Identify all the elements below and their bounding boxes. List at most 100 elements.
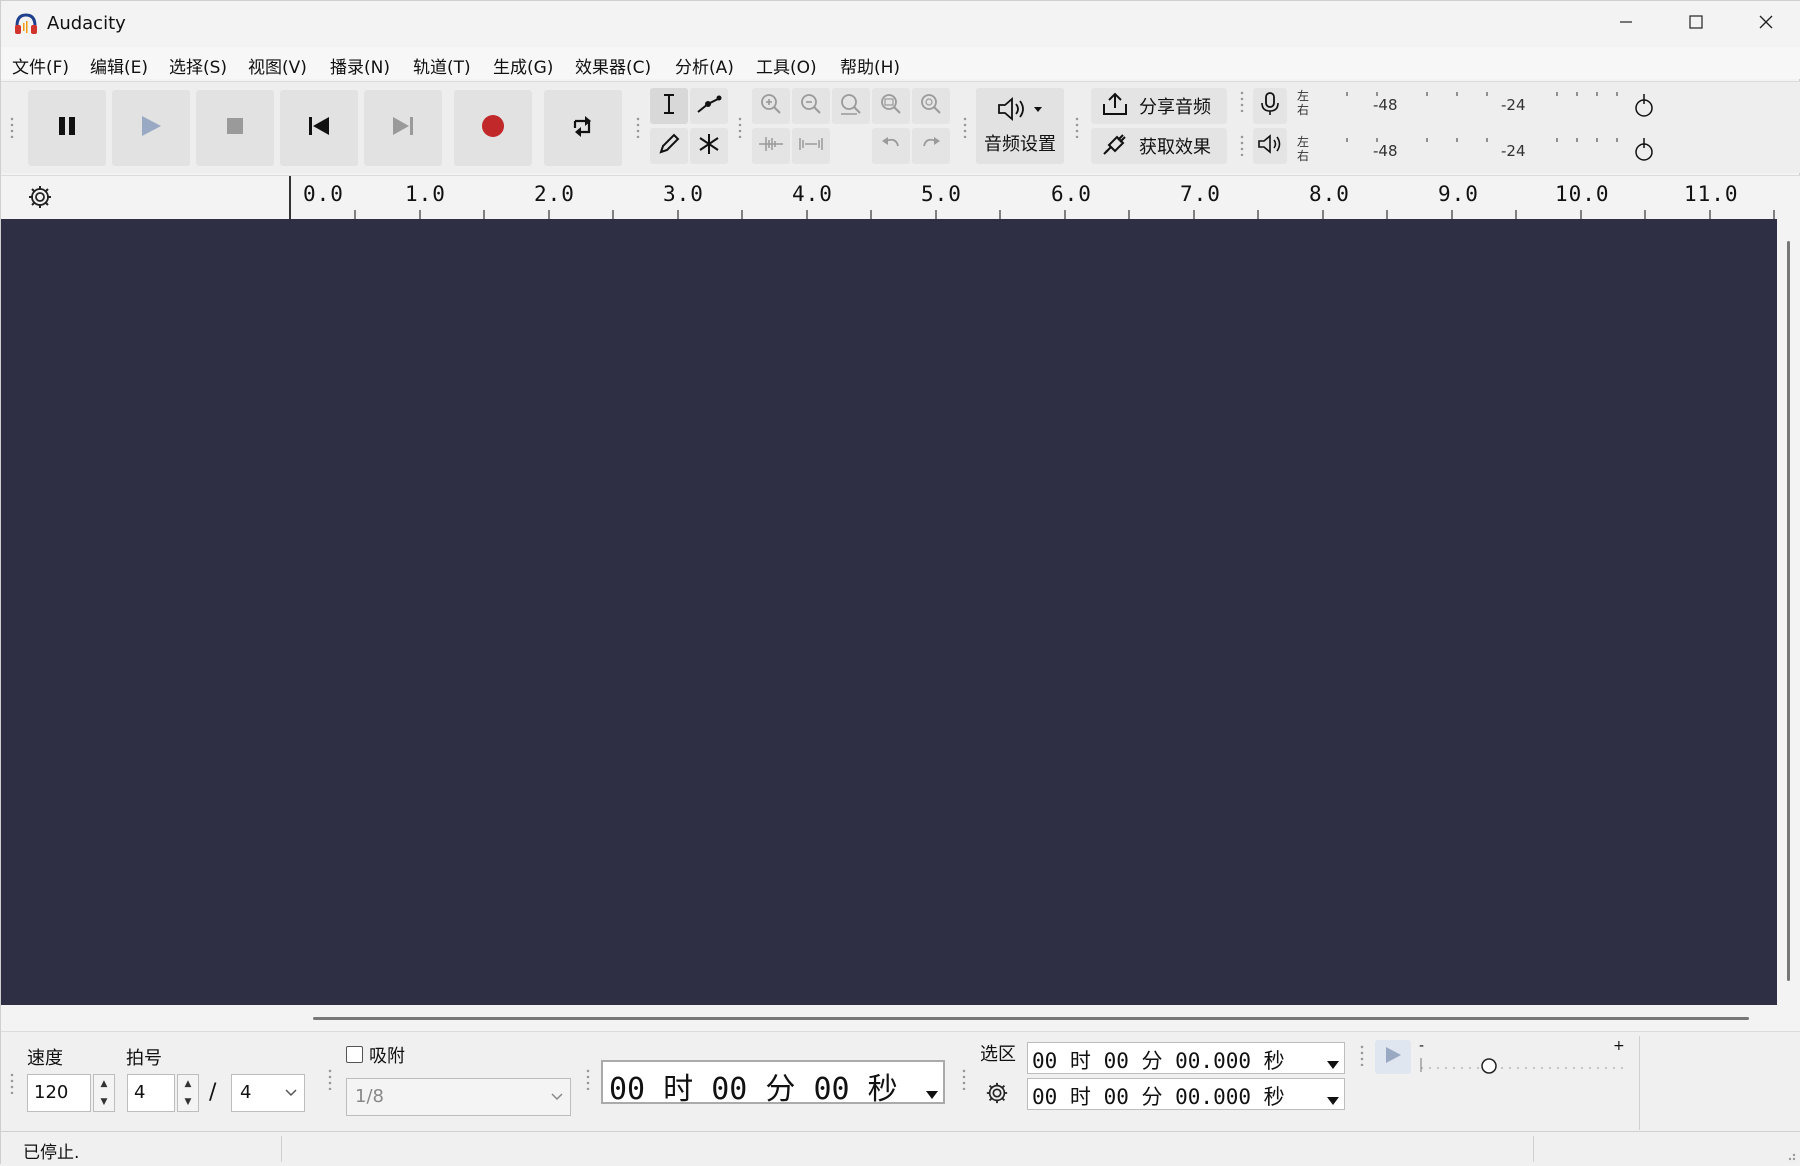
toolbar-grip[interactable] [327, 1068, 333, 1090]
pause-button[interactable] [28, 90, 106, 166]
close-button[interactable] [1731, 1, 1800, 47]
playback-meter-button[interactable] [1253, 128, 1287, 164]
envelope-tool-button[interactable] [690, 88, 728, 124]
toolbar-divider [1639, 1036, 1640, 1130]
toolbar-grip[interactable] [737, 116, 743, 138]
fit-project-button[interactable] [872, 88, 910, 124]
selection-end-value: 00 时 00 分 00.000 秒 [1032, 1085, 1285, 1109]
window-title: Audacity [47, 13, 126, 34]
toolbar-grip[interactable] [635, 116, 641, 138]
menu-generate[interactable]: 生成(G) [493, 53, 553, 78]
microphone-icon [1259, 91, 1281, 121]
playback-meter[interactable]: 左右 -48 -24 [1297, 132, 1659, 170]
recording-meter[interactable]: 左右 -48 -24 [1297, 86, 1659, 124]
gear-icon[interactable] [27, 184, 53, 214]
meter-lr-label: 左右 [1297, 135, 1310, 163]
menu-analyze[interactable]: 分析(A) [675, 53, 734, 78]
multi-tool-icon [697, 132, 721, 160]
toolbar-grip[interactable] [1074, 116, 1080, 138]
chevron-down-icon [550, 1087, 564, 1108]
dropdown-triangle-icon[interactable] [1326, 1052, 1340, 1076]
recording-meter-button[interactable] [1253, 88, 1287, 124]
menu-view[interactable]: 视图(V) [248, 53, 307, 78]
playback-speed-slider[interactable] [1419, 1050, 1629, 1076]
stop-button[interactable] [196, 90, 274, 166]
maximize-button[interactable] [1661, 1, 1731, 47]
audio-setup-label: 音频设置 [984, 134, 1056, 155]
skip-to-start-button[interactable] [280, 90, 358, 166]
tempo-input[interactable]: 120 [27, 1074, 91, 1112]
redo-button[interactable] [912, 128, 950, 164]
selection-settings-gear-icon[interactable] [985, 1081, 1009, 1109]
chevron-up-icon: ▲ [100, 1079, 108, 1089]
toolbar-grip[interactable] [9, 1072, 15, 1094]
fit-selection-button[interactable] [832, 88, 870, 124]
menu-effects[interactable]: 效果器(C) [575, 53, 651, 78]
selection-end-display[interactable]: 00 时 00 分 00.000 秒 [1027, 1078, 1345, 1110]
menu-select[interactable]: 选择(S) [169, 53, 227, 78]
toolbar-grip[interactable] [1239, 134, 1245, 156]
menu-file[interactable]: 文件(F) [12, 53, 69, 78]
undo-icon [879, 132, 903, 160]
zoom-in-button[interactable] [752, 88, 790, 124]
track-panel[interactable] [1, 219, 1777, 1005]
meter-tick-24: -24 [1501, 142, 1526, 160]
minimize-button[interactable] [1591, 1, 1661, 47]
zoom-in-icon [759, 92, 783, 120]
audio-position-display[interactable]: 00 时 00 分 00 秒 [601, 1060, 945, 1107]
loop-button[interactable] [544, 90, 622, 166]
toolbar-grip[interactable] [961, 1068, 967, 1090]
audio-setup-button[interactable]: 音频设置 [976, 88, 1064, 164]
skip-to-end-button[interactable] [364, 90, 442, 166]
vertical-scrollbar-thumb[interactable] [1787, 241, 1790, 981]
menu-help[interactable]: 帮助(H) [840, 53, 900, 78]
play-button[interactable] [112, 90, 190, 166]
snap-checkbox[interactable] [346, 1046, 363, 1063]
skip-to-start-icon [307, 114, 331, 142]
trim-button[interactable] [752, 128, 790, 164]
resize-grip-icon[interactable] [1781, 1146, 1797, 1166]
silence-icon [797, 132, 825, 160]
selection-start-display[interactable]: 00 时 00 分 00.000 秒 [1027, 1042, 1345, 1074]
play-icon [1383, 1045, 1403, 1069]
zoom-out-button[interactable] [792, 88, 830, 124]
vertical-scrollbar[interactable] [1777, 219, 1800, 1005]
silence-button[interactable] [792, 128, 830, 164]
menu-tracks[interactable]: 轨道(T) [413, 53, 471, 78]
time-signature-numerator[interactable]: 4 [127, 1074, 175, 1112]
toolbar-grip[interactable] [9, 116, 15, 138]
tempo-stepper[interactable]: ▲ ▼ [93, 1074, 115, 1112]
selection-start-value: 00 时 00 分 00.000 秒 [1032, 1049, 1285, 1073]
menu-record[interactable]: 播录(N) [330, 53, 390, 78]
snap-select[interactable]: 1/8 [346, 1078, 571, 1116]
play-at-speed-button[interactable] [1375, 1040, 1411, 1074]
dropdown-triangle-icon[interactable] [925, 1074, 939, 1109]
toolbar-grip[interactable] [962, 116, 968, 138]
horizontal-scrollbar-thumb[interactable] [313, 1017, 1749, 1020]
toolbar-grip[interactable] [1359, 1044, 1365, 1066]
ruler-label: 5.0 [921, 182, 962, 206]
skip-to-end-icon [391, 114, 415, 142]
redo-icon [919, 132, 943, 160]
audio-position-value: 00 时 00 分 00 秒 [609, 1072, 898, 1107]
share-audio-button[interactable]: 分享音频 [1091, 88, 1227, 124]
menu-tools[interactable]: 工具(O) [756, 53, 817, 78]
time-signature-stepper[interactable]: ▲ ▼ [177, 1074, 199, 1112]
timeline-ruler[interactable]: 0.0 1.0 2.0 3.0 4.0 5.0 6.0 7.0 8.0 9.0 … [1, 175, 1800, 220]
record-icon [480, 113, 506, 143]
record-button[interactable] [454, 90, 532, 166]
menu-edit[interactable]: 编辑(E) [90, 53, 148, 78]
undo-button[interactable] [872, 128, 910, 164]
draw-tool-button[interactable] [650, 128, 688, 164]
time-signature-denominator[interactable]: 4 [231, 1074, 305, 1112]
horizontal-scrollbar[interactable] [1, 1005, 1800, 1031]
toolbar-grip[interactable] [585, 1068, 591, 1090]
multi-tool-button[interactable] [690, 128, 728, 164]
toolbar-grip[interactable] [1239, 90, 1245, 112]
zoom-toggle-button[interactable] [912, 88, 950, 124]
selection-tool-button[interactable] [650, 88, 688, 124]
ruler-label: 4.0 [792, 182, 833, 206]
dropdown-triangle-icon[interactable] [1326, 1088, 1340, 1112]
chevron-up-icon: ▲ [184, 1079, 192, 1089]
get-effects-button[interactable]: 获取效果 [1091, 128, 1227, 164]
